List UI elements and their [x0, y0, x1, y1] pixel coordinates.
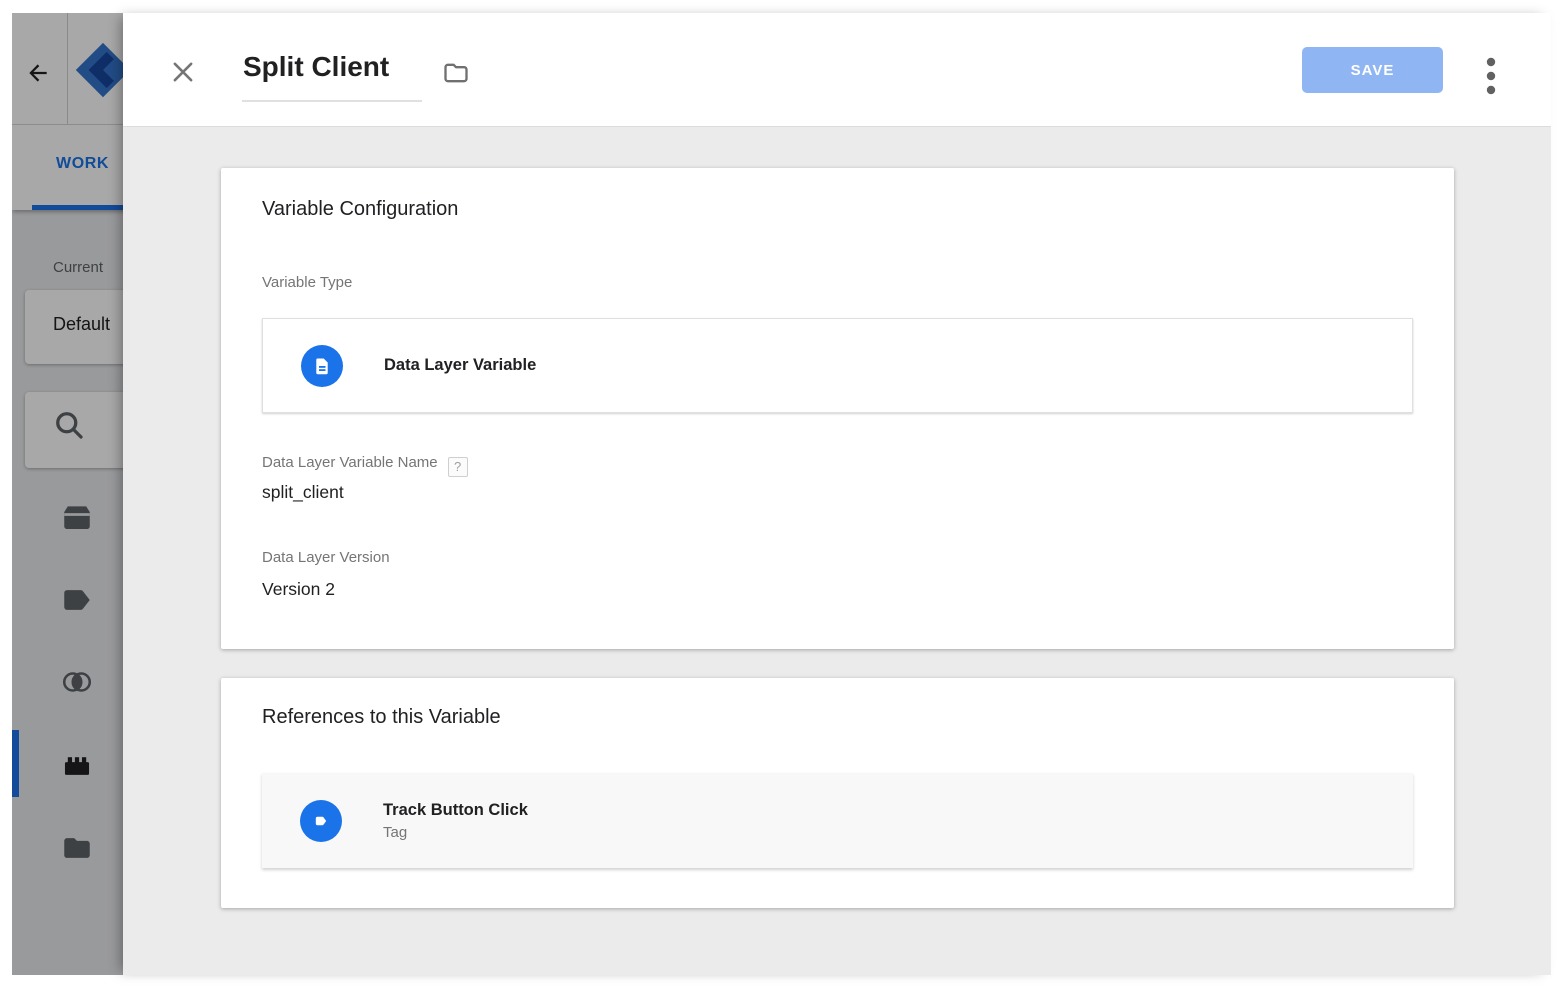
editor-header: Split Client SAVE — [123, 13, 1551, 127]
overlay-backdrop[interactable] — [12, 13, 123, 975]
variable-name-field[interactable]: Split Client — [243, 51, 389, 83]
dlv-name-label-text: Data Layer Variable Name — [262, 454, 438, 471]
section-title: References to this Variable — [262, 706, 501, 729]
move-to-folder-icon[interactable] — [441, 59, 471, 87]
kebab-menu-icon[interactable] — [1484, 56, 1498, 100]
reference-row[interactable]: Track Button Click Tag — [262, 773, 1413, 868]
tag-reference-icon — [300, 800, 342, 842]
dlv-name-value: split_client — [262, 482, 344, 503]
dlv-version-value: Version 2 — [262, 579, 335, 600]
save-button[interactable]: SAVE — [1302, 47, 1443, 93]
reference-type: Tag — [383, 824, 528, 841]
variable-type-value: Data Layer Variable — [384, 356, 536, 374]
variable-type-selector[interactable]: Data Layer Variable — [262, 318, 1413, 413]
help-icon[interactable]: ? — [448, 457, 468, 477]
variable-editor-panel: Split Client SAVE Variable Configuration… — [123, 13, 1551, 975]
section-title: Variable Configuration — [262, 198, 458, 221]
references-card: References to this Variable Track Button… — [221, 678, 1454, 908]
title-underline — [242, 100, 422, 102]
reference-name: Track Button Click — [383, 801, 528, 820]
dlv-name-label: Data Layer Variable Name? — [262, 454, 468, 477]
variable-type-label: Variable Type — [262, 274, 352, 291]
close-icon[interactable] — [169, 58, 197, 86]
variable-configuration-card: Variable Configuration Variable Type Dat… — [221, 168, 1454, 649]
data-layer-variable-icon — [301, 345, 343, 387]
dlv-version-label: Data Layer Version — [262, 549, 390, 566]
